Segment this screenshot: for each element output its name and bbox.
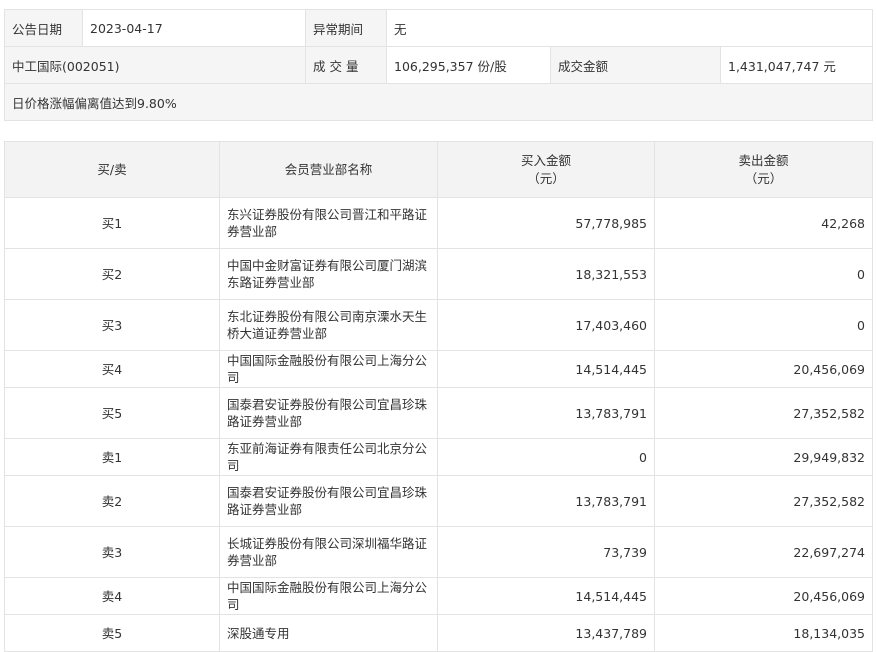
amount-label: 成交金额: [550, 46, 721, 84]
info-row-reason: 日价格涨幅偏离值达到9.80%: [4, 83, 873, 121]
row-side: 买2: [4, 248, 220, 300]
row-buy-amount: 57,778,985: [437, 197, 655, 249]
row-member-name: 东兴证券股份有限公司晋江和平路证券营业部: [219, 197, 438, 249]
row-buy-amount: 17,403,460: [437, 299, 655, 351]
row-side: 买1: [4, 197, 220, 249]
row-side: 买4: [4, 350, 220, 388]
row-member-name: 东北证券股份有限公司南京溧水天生桥大道证券营业部: [219, 299, 438, 351]
header-side: 买/卖: [4, 141, 220, 198]
period-label: 异常期间: [305, 9, 387, 47]
row-sell-amount: 18,134,035: [654, 614, 873, 652]
info-table: 公告日期 2023-04-17 异常期间 无 中工国际(002051) 成 交 …: [4, 9, 873, 121]
row-sell-amount: 29,949,832: [654, 438, 873, 476]
row-side: 卖4: [4, 577, 220, 615]
row-buy-amount: 13,437,789: [437, 614, 655, 652]
period-value: 无: [386, 9, 873, 47]
row-side: 卖3: [4, 526, 220, 578]
row-sell-amount: 20,456,069: [654, 577, 873, 615]
row-member-name: 中国中金财富证券有限公司厦门湖滨东路证券营业部: [219, 248, 438, 300]
row-member-name: 中国国际金融股份有限公司上海分公司: [219, 350, 438, 388]
volume-label: 成 交 量: [305, 46, 387, 84]
row-sell-amount: 0: [654, 248, 873, 300]
row-buy-amount: 13,783,791: [437, 387, 655, 439]
table-row: 买2 中国中金财富证券有限公司厦门湖滨东路证券营业部 18,321,553 0: [4, 248, 873, 300]
info-row-stock: 中工国际(002051) 成 交 量 106,295,357 份/股 成交金额 …: [4, 46, 873, 84]
row-side: 卖2: [4, 475, 220, 527]
header-member-name: 会员营业部名称: [219, 141, 438, 198]
row-sell-amount: 27,352,582: [654, 475, 873, 527]
trades-header-row: 买/卖 会员营业部名称 买入金额 （元） 卖出金额 （元）: [4, 141, 873, 198]
header-buy-line1: 买入金额: [520, 152, 571, 168]
row-sell-amount: 22,697,274: [654, 526, 873, 578]
row-side: 卖1: [4, 438, 220, 476]
row-buy-amount: 73,739: [437, 526, 655, 578]
row-buy-amount: 14,514,445: [437, 350, 655, 388]
row-member-name: 长城证券股份有限公司深圳福华路证券营业部: [219, 526, 438, 578]
table-row: 买1 东兴证券股份有限公司晋江和平路证券营业部 57,778,985 42,268: [4, 197, 873, 249]
header-sell-amount: 卖出金额 （元）: [654, 141, 873, 198]
row-sell-amount: 27,352,582: [654, 387, 873, 439]
volume-value: 106,295,357 份/股: [386, 46, 551, 84]
table-row: 卖2 国泰君安证券股份有限公司宜昌珍珠路证券营业部 13,783,791 27,352…: [4, 475, 873, 527]
table-row: 买4 中国国际金融股份有限公司上海分公司 14,514,445 20,456,069: [4, 350, 873, 388]
row-sell-amount: 20,456,069: [654, 350, 873, 388]
row-side: 卖5: [4, 614, 220, 652]
row-member-name: 国泰君安证券股份有限公司宜昌珍珠路证券营业部: [219, 387, 438, 439]
row-side: 买5: [4, 387, 220, 439]
amount-value: 1,431,047,747 元: [720, 46, 873, 84]
row-sell-amount: 42,268: [654, 197, 873, 249]
table-row: 卖4 中国国际金融股份有限公司上海分公司 14,514,445 20,456,069: [4, 577, 873, 615]
row-side: 买3: [4, 299, 220, 351]
date-label: 公告日期: [4, 9, 83, 47]
row-member-name: 深股通专用: [219, 614, 438, 652]
table-row: 卖5 深股通专用 13,437,789 18,134,035: [4, 614, 873, 652]
row-member-name: 中国国际金融股份有限公司上海分公司: [219, 577, 438, 615]
date-value: 2023-04-17: [82, 9, 306, 47]
info-row-date: 公告日期 2023-04-17 异常期间 无: [4, 9, 873, 47]
row-buy-amount: 14,514,445: [437, 577, 655, 615]
header-sell-line1: 卖出金额: [738, 152, 789, 168]
row-buy-amount: 0: [437, 438, 655, 476]
table-row: 卖3 长城证券股份有限公司深圳福华路证券营业部 73,739 22,697,274: [4, 526, 873, 578]
trades-table: 买/卖 会员营业部名称 买入金额 （元） 卖出金额 （元） 买1 东兴证券股份有限…: [4, 141, 873, 652]
table-row: 买5 国泰君安证券股份有限公司宜昌珍珠路证券营业部 13,783,791 27,352…: [4, 387, 873, 439]
table-row: 卖1 东亚前海证券有限责任公司北京分公司 0 29,949,832: [4, 438, 873, 476]
header-sell-line2: （元）: [744, 170, 783, 186]
table-row: 买3 东北证券股份有限公司南京溧水天生桥大道证券营业部 17,403,460 0: [4, 299, 873, 351]
row-sell-amount: 0: [654, 299, 873, 351]
row-buy-amount: 18,321,553: [437, 248, 655, 300]
row-buy-amount: 13,783,791: [437, 475, 655, 527]
row-member-name: 国泰君安证券股份有限公司宜昌珍珠路证券营业部: [219, 475, 438, 527]
header-buy-line2: （元）: [527, 170, 565, 186]
header-buy-amount: 买入金额 （元）: [437, 141, 655, 198]
stock-name: 中工国际(002051): [4, 46, 306, 84]
row-member-name: 东亚前海证券有限责任公司北京分公司: [219, 438, 438, 476]
reason-text: 日价格涨幅偏离值达到9.80%: [4, 83, 873, 121]
